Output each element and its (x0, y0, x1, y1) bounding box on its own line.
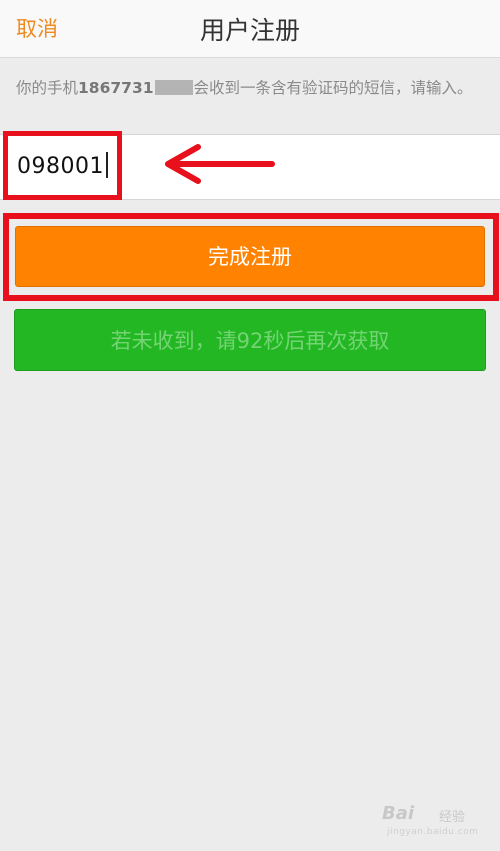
watermark-brand: Bai (382, 803, 415, 824)
hint-phone-number: 1867731 (78, 79, 154, 97)
annotation-highlight-input (3, 131, 122, 200)
hint-suffix: 会收到一条含有验证码的短信，请输入。 (193, 79, 473, 97)
title-bar: 取消 用户注册 (0, 0, 500, 58)
watermark-brand-suffix: 经验 (439, 810, 466, 825)
phone-mask-redaction (154, 80, 193, 95)
register-screen: 取消 用户注册 你的手机1867731 会收到一条含有验证码的短信，请输入。 09… (0, 0, 500, 851)
resend-code-button: 若未收到，请92秒后再次获取 (14, 309, 486, 371)
watermark-url: jingyan.baidu.com (387, 827, 479, 837)
sms-hint-text: 你的手机1867731 会收到一条含有验证码的短信，请输入。 (16, 77, 486, 100)
annotation-arrow-icon (165, 144, 275, 184)
page-title: 用户注册 (199, 16, 300, 45)
hint-prefix: 你的手机 (16, 79, 79, 97)
complete-registration-button[interactable]: 完成注册 (15, 226, 485, 287)
